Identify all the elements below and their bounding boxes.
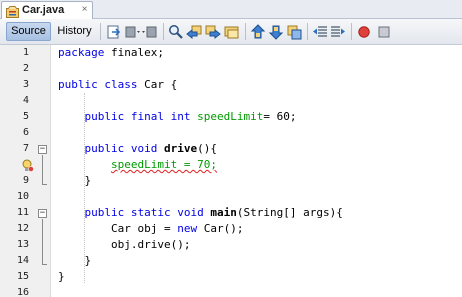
shift-right-icon[interactable] (330, 24, 346, 40)
stop-macro-icon[interactable] (376, 24, 392, 40)
keyword-token: int (170, 110, 191, 123)
line-number: 9 (22, 175, 29, 186)
source-button[interactable]: Source (6, 22, 51, 41)
line-number: 2 (22, 63, 29, 74)
keyword-token: package (58, 46, 105, 59)
previous-bookmark-icon[interactable] (250, 24, 266, 40)
code-line[interactable]: } (58, 270, 65, 283)
record-macro-icon[interactable] (356, 24, 372, 40)
editor-tab-bar: Car.java × (0, 0, 462, 19)
toolbar-separator (307, 23, 308, 40)
code-token: obj.drive(); (58, 238, 191, 251)
line-number: 12 (16, 223, 29, 234)
code-token: (String[] args){ (236, 206, 343, 219)
keyword-token: public (84, 206, 125, 219)
field-token: speedLimit (197, 110, 264, 123)
forward-icon[interactable] (142, 24, 158, 40)
line-number: 11 (16, 207, 29, 218)
line-number: 6 (22, 127, 29, 138)
code-token: Car(); (197, 222, 244, 235)
find-next-icon[interactable] (205, 24, 221, 40)
code-token: } (58, 174, 92, 187)
code-token: finalex; (104, 46, 164, 59)
keyword-token: class (104, 78, 138, 91)
code-editor[interactable]: 1 2 3 4 5 6 7 8 9 10 11 12 13 14 15 16 −… (0, 45, 462, 297)
toolbar-separator (163, 23, 164, 40)
line-number: 16 (16, 287, 29, 297)
line-number: 3 (22, 79, 29, 90)
toggle-bookmark-icon[interactable] (286, 24, 302, 40)
code-line[interactable]: obj.drive(); (58, 238, 190, 251)
find-selection-icon[interactable] (168, 24, 184, 40)
collapse-icon[interactable]: − (38, 209, 47, 218)
keyword-token: public (84, 110, 125, 123)
code-token: Car { (137, 78, 178, 91)
line-number: 10 (16, 191, 29, 202)
keyword-token: public (84, 142, 125, 155)
code-token: } (58, 254, 92, 267)
code-line[interactable]: public final int speedLimit= 60; (58, 110, 297, 123)
editor-toolbar: Source History (0, 19, 462, 45)
toolbar-separator (100, 23, 101, 40)
method-name-token: main (210, 206, 237, 219)
last-edit-icon[interactable] (106, 24, 122, 40)
line-number: 1 (22, 47, 29, 58)
keyword-token: new (177, 222, 198, 235)
method-name-token: drive (164, 142, 198, 155)
keyword-token: static (130, 206, 171, 219)
warning-bulb-icon[interactable] (21, 159, 34, 172)
line-number-gutter: 1 2 3 4 5 6 7 8 9 10 11 12 13 14 15 16 −… (0, 45, 51, 297)
code-line[interactable]: } (58, 174, 91, 187)
history-button[interactable]: History (53, 22, 96, 41)
line-number: 13 (16, 239, 29, 250)
code-token: (){ (197, 142, 217, 155)
tab-title: Car.java (22, 4, 65, 16)
tab-car-java[interactable]: Car.java × (1, 1, 93, 19)
line-number: 4 (22, 95, 29, 106)
fold-end (42, 184, 47, 185)
close-icon[interactable]: × (79, 4, 90, 15)
code-line[interactable]: public void drive(){ (58, 142, 218, 155)
find-previous-icon[interactable] (186, 24, 202, 40)
fold-end (42, 264, 47, 265)
line-number: 14 (16, 255, 29, 266)
keyword-token: public (58, 78, 98, 91)
line-number: 5 (22, 111, 29, 122)
code-line[interactable]: } (58, 254, 91, 267)
shift-left-icon[interactable] (312, 24, 328, 40)
code-line[interactable]: package finalex; (58, 46, 164, 59)
toolbar-separator (351, 23, 352, 40)
code-token: = 60; (263, 110, 297, 123)
line-number: 15 (16, 271, 29, 282)
keyword-token: void (130, 142, 158, 155)
keyword-token: final (130, 110, 164, 123)
collapse-icon[interactable]: − (38, 145, 47, 154)
fold-line (42, 219, 43, 264)
code-line[interactable]: public static void main(String[] args){ (58, 206, 343, 219)
code-token: Car obj = (58, 222, 178, 235)
back-icon[interactable] (125, 24, 141, 40)
toggle-highlight-icon[interactable] (224, 24, 240, 40)
code-line[interactable]: Car obj = new Car(); (58, 222, 243, 235)
code-line[interactable]: speedLimit = 70; (58, 158, 217, 171)
error-token: speedLimit = 70; (110, 158, 217, 171)
next-bookmark-icon[interactable] (268, 24, 284, 40)
line-number: 7 (22, 143, 29, 154)
java-file-icon (6, 5, 19, 18)
fold-line (42, 155, 43, 184)
toolbar-separator (245, 23, 246, 40)
keyword-token: void (177, 206, 204, 219)
code-token: } (58, 270, 65, 283)
code-line[interactable]: public class Car { (58, 78, 177, 91)
